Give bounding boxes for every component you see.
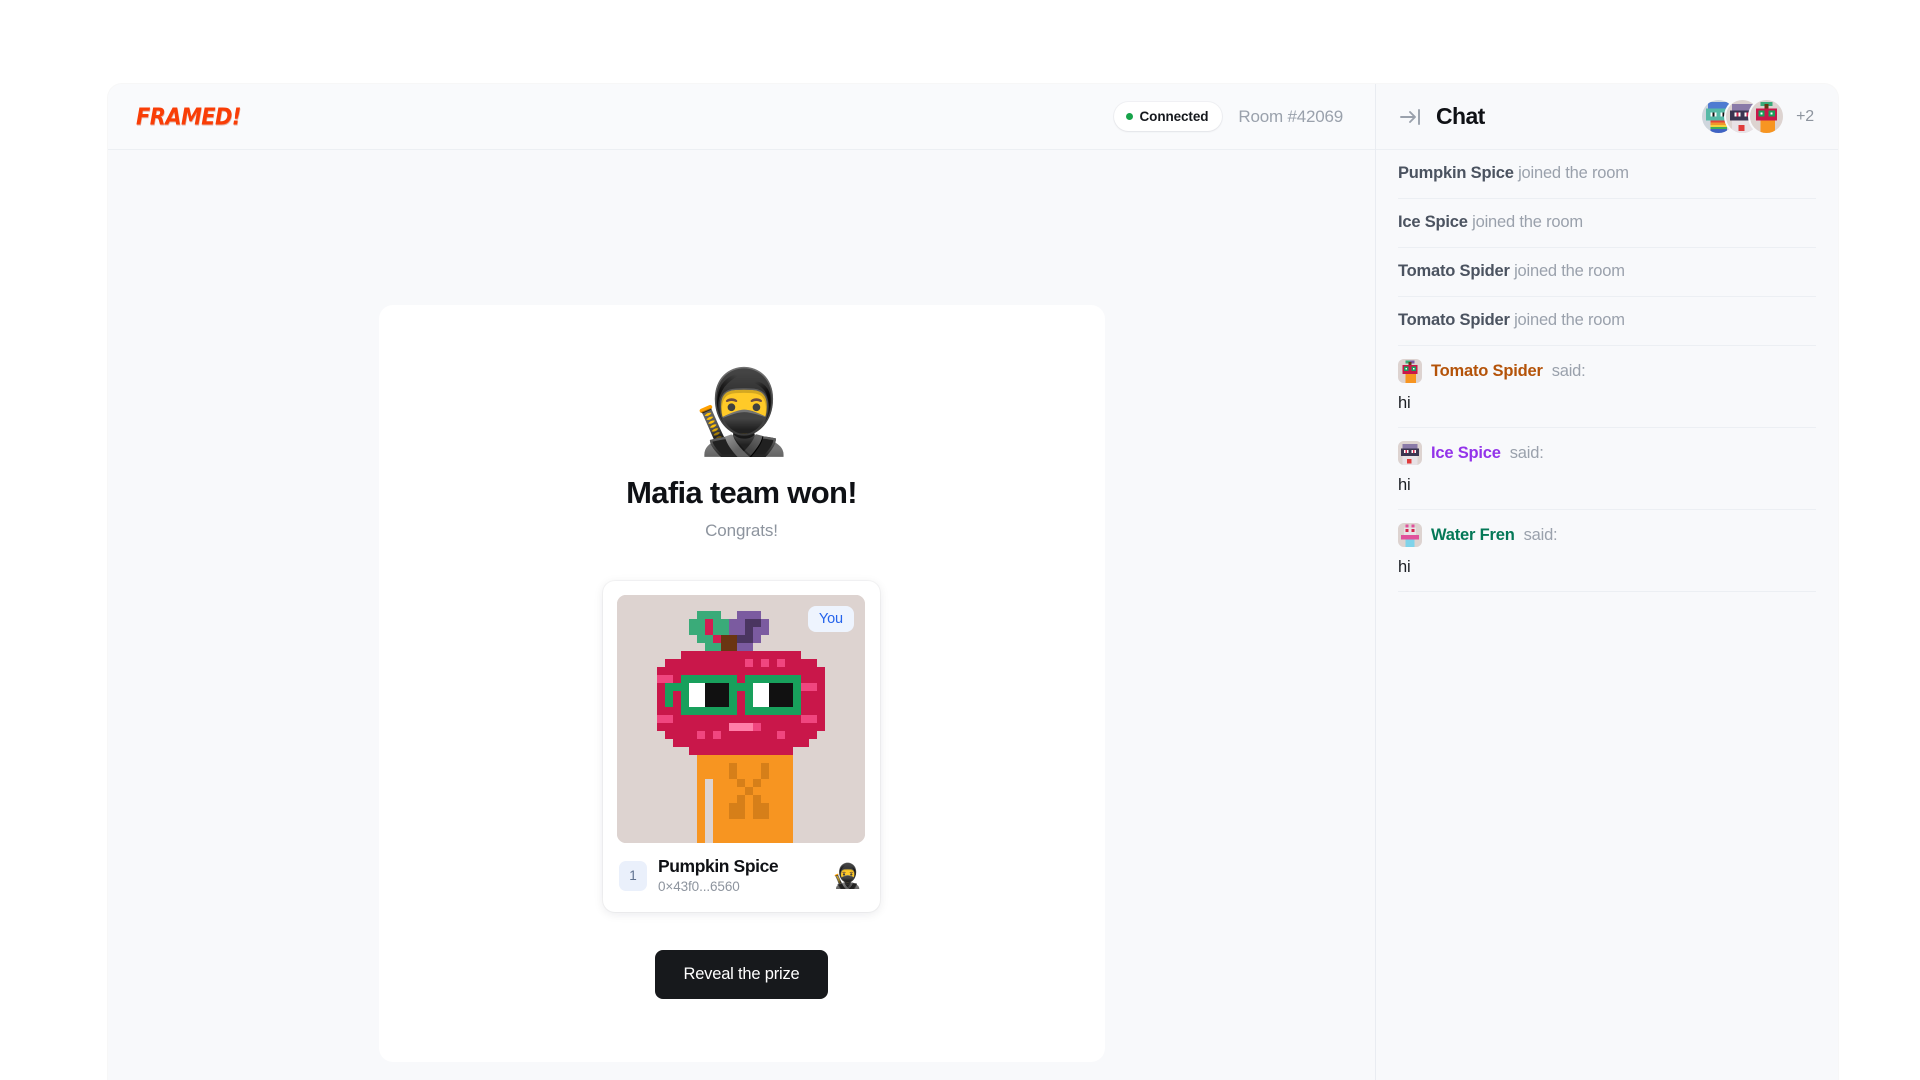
- player-name: Pumpkin Spice: [658, 856, 779, 876]
- chat-message-author[interactable]: Tomato Spider: [1431, 362, 1543, 381]
- chat-message-verb: said:: [1509, 443, 1544, 462]
- chat-message-header: Ice Spice said:: [1398, 441, 1816, 465]
- ninja-role-emoji: 🥷: [832, 861, 862, 890]
- system-message-user: Ice Spice: [1398, 213, 1468, 231]
- topbar-right-group: Connected Room #42069: [1113, 102, 1347, 131]
- chat-message: Tomato Spider said: hi: [1398, 346, 1816, 428]
- status-dot-icon: [1125, 113, 1133, 120]
- pumpkin-spice-pixel-avatar: [617, 595, 865, 843]
- chat-message-text: hi: [1398, 558, 1411, 576]
- chat-system-message: Tomato Spider joined the room: [1398, 248, 1816, 297]
- chat-message: Ice Spice said: hi: [1398, 428, 1816, 510]
- chat-message-verb: said:: [1523, 525, 1558, 544]
- player-rank-badge: 1: [619, 860, 647, 891]
- chat-topbar: Chat +2: [1376, 84, 1838, 150]
- chat-message-list[interactable]: Pumpkin Spice joined the room Ice Spice j…: [1376, 150, 1838, 1080]
- app-logo[interactable]: FRAMED!: [136, 104, 241, 130]
- player-identity: Pumpkin Spice 0×43f0...6560: [658, 856, 779, 894]
- game-pane: FRAMED! Connected Room #42069 🥷 Mafia te…: [108, 84, 1376, 1080]
- player-avatar-frame: You: [617, 595, 865, 843]
- game-body: 🥷 Mafia team won! Congrats! You 1 Pumpki…: [108, 150, 1375, 1080]
- tomato-spider-avatar[interactable]: [1750, 100, 1784, 133]
- chat-system-message: Tomato Spider joined the room: [1398, 297, 1816, 346]
- app-window: FRAMED! Connected Room #42069 🥷 Mafia te…: [108, 84, 1838, 1080]
- room-id-label: Room #42069: [1238, 106, 1343, 126]
- chat-message-author[interactable]: Ice Spice: [1431, 444, 1501, 463]
- chat-system-message: Pumpkin Spice joined the room: [1398, 150, 1816, 199]
- system-message-text: Tomato Spider joined the room: [1398, 311, 1625, 329]
- chat-message-text: hi: [1398, 394, 1411, 412]
- ninja-emoji: 🥷: [690, 365, 793, 460]
- you-badge: You: [807, 606, 854, 632]
- player-meta-row: 1 Pumpkin Spice 0×43f0...6560 🥷: [617, 843, 866, 912]
- reveal-prize-button[interactable]: Reveal the prize: [655, 950, 828, 1000]
- winner-title: Mafia team won!: [626, 475, 857, 510]
- chat-pane: Chat +2 Pumpkin Spice joined the room Ic…: [1376, 84, 1838, 1080]
- winner-subtitle: Congrats!: [705, 521, 778, 540]
- player-wallet-address[interactable]: 0×43f0...6560: [658, 879, 778, 894]
- chat-message-header: Tomato Spider said:: [1398, 359, 1816, 383]
- system-message-text: Pumpkin Spice joined the room: [1398, 164, 1629, 182]
- system-message-user: Tomato Spider: [1398, 262, 1510, 280]
- system-message-user: Tomato Spider: [1398, 311, 1510, 329]
- connection-status-label: Connected: [1139, 109, 1209, 124]
- chat-title: Chat: [1436, 103, 1485, 129]
- chat-system-message: Ice Spice joined the room: [1398, 199, 1816, 248]
- chat-message-header: Water Fren said:: [1398, 523, 1816, 547]
- tomato-spider-avatar[interactable]: [1398, 359, 1422, 383]
- game-topbar: FRAMED! Connected Room #42069: [108, 84, 1375, 150]
- system-message-user: Pumpkin Spice: [1398, 164, 1514, 182]
- chat-message-text: hi: [1398, 476, 1411, 494]
- winning-player-card[interactable]: You 1 Pumpkin Spice 0×43f0...6560 🥷: [603, 581, 880, 913]
- ice-spice-avatar[interactable]: [1398, 441, 1422, 465]
- chat-message-verb: said:: [1551, 361, 1586, 380]
- member-overflow-count[interactable]: +2: [1796, 108, 1814, 126]
- system-message-text: Tomato Spider joined the room: [1398, 262, 1625, 280]
- chat-message: Water Fren said: hi: [1398, 510, 1816, 592]
- game-result-card: 🥷 Mafia team won! Congrats! You 1 Pumpki…: [378, 305, 1105, 1062]
- system-message-text: Ice Spice joined the room: [1398, 213, 1583, 231]
- chat-member-avatars[interactable]: +2: [1702, 100, 1814, 133]
- water-fren-avatar[interactable]: [1398, 523, 1422, 547]
- connection-status-badge: Connected: [1113, 102, 1223, 131]
- chat-message-author[interactable]: Water Fren: [1431, 526, 1515, 545]
- collapse-panel-icon[interactable]: [1398, 105, 1422, 129]
